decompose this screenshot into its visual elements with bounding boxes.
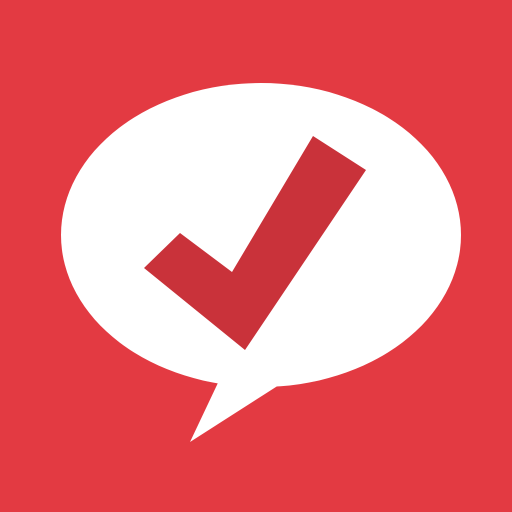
app-icon-graphic [0, 0, 512, 512]
app-icon [0, 0, 512, 512]
